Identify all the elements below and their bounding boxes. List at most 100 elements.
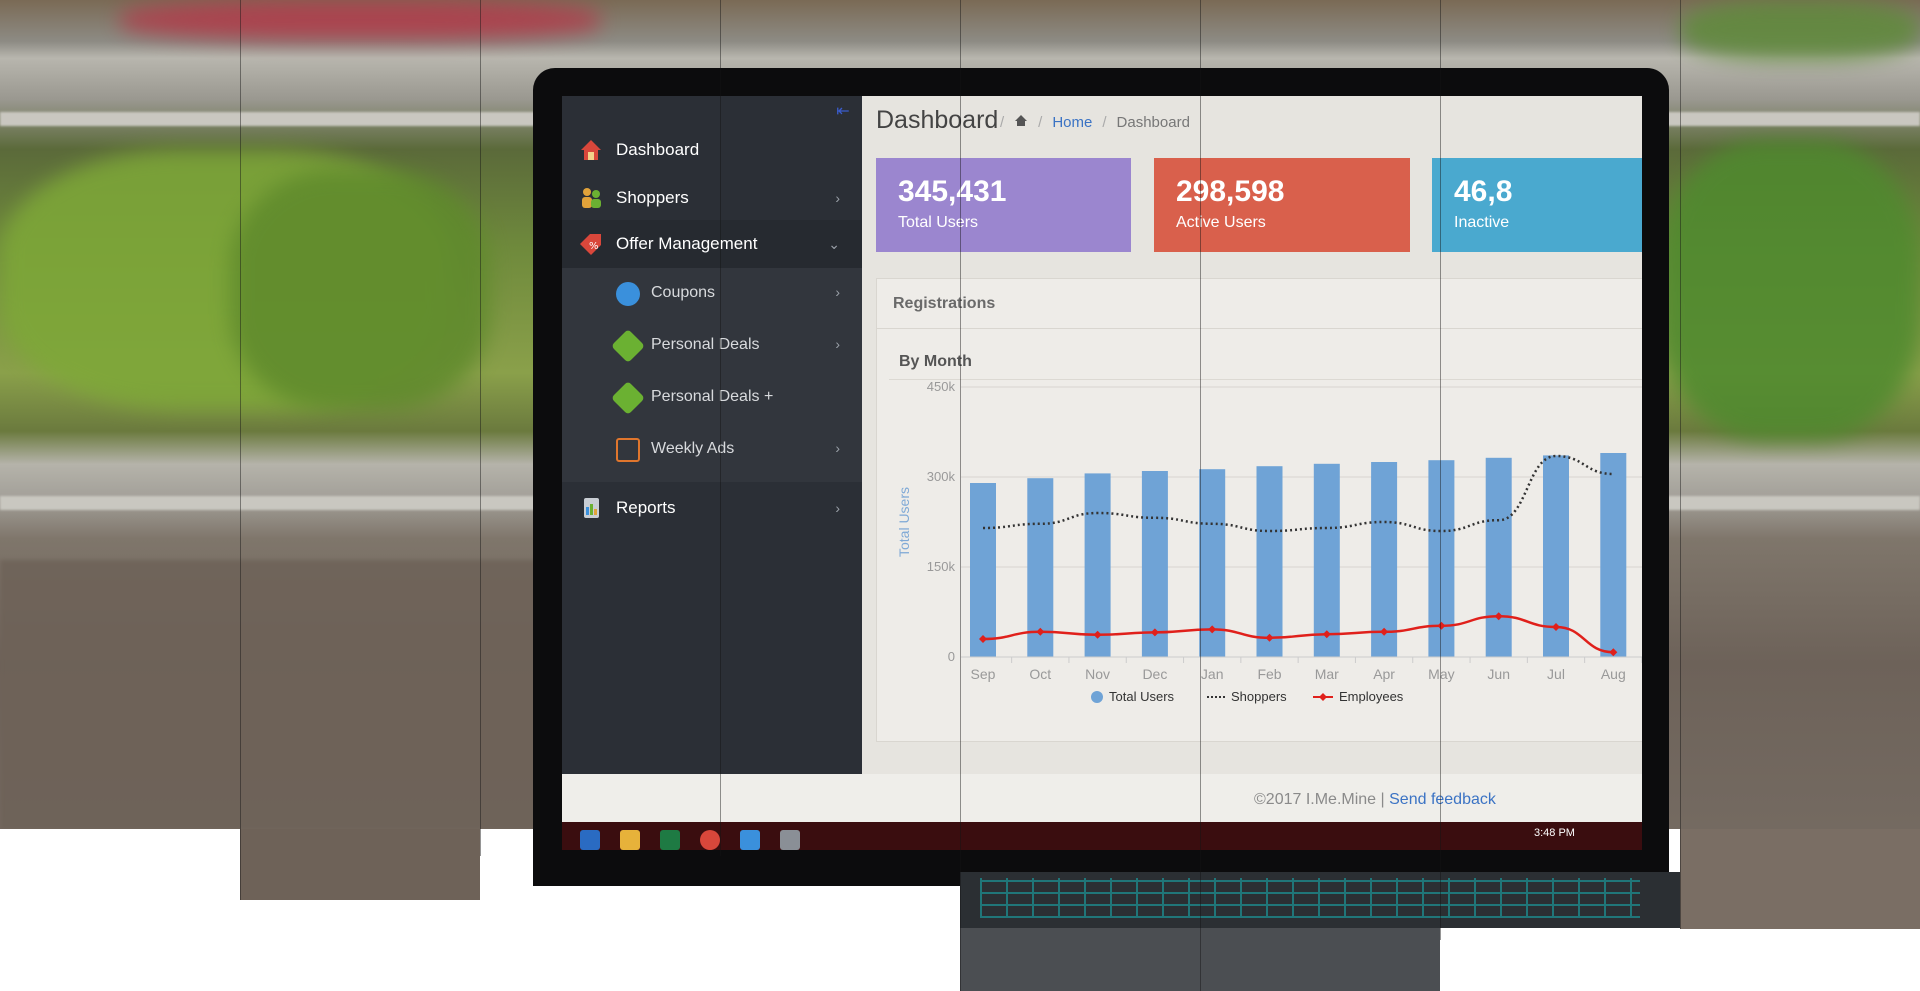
laptop-keyboard <box>960 872 1680 928</box>
people-icon <box>578 185 604 211</box>
page-title: Dashboard <box>876 106 999 134</box>
bar <box>1256 466 1283 657</box>
file-explorer-icon[interactable] <box>620 830 640 850</box>
home-icon[interactable] <box>1014 114 1028 131</box>
tag-percent-icon: % <box>578 231 604 257</box>
offer-management-submenu: Coupons › Personal Deals › Personal Deal… <box>562 268 862 482</box>
stat-card-total-users[interactable]: 345,431 Total Users <box>876 158 1131 252</box>
sidebar-item-dashboard[interactable]: Dashboard <box>562 126 862 174</box>
bar <box>1313 463 1340 657</box>
taskbar: 3:48 PM <box>562 822 1642 850</box>
legend-marker <box>1319 693 1327 701</box>
y-tick-label: 450k <box>927 379 956 394</box>
x-tick-label: May <box>1428 666 1454 682</box>
chevron-right-icon: › <box>835 284 840 300</box>
chevron-right-icon: › <box>835 440 840 456</box>
sidebar-item-reports[interactable]: Reports › <box>562 484 862 532</box>
submenu-item-label: Coupons <box>651 284 716 301</box>
stat-label: Inactive <box>1454 214 1510 231</box>
sidebar: ⇤ Dashboard Shoppers › % Offer Managemen… <box>562 96 862 774</box>
x-tick-label: Feb <box>1257 666 1281 682</box>
divider <box>240 0 241 900</box>
divider <box>960 0 961 991</box>
x-tick-label: Mar <box>1315 666 1339 682</box>
stat-label: Total Users <box>898 214 979 231</box>
coupon-icon <box>616 282 640 306</box>
sidebar-item-label: Offer Management <box>616 234 758 253</box>
footer: ©2017 I.Me.Mine | Send feedback <box>562 774 1642 822</box>
app-icon[interactable] <box>780 830 800 850</box>
series-line-employees <box>982 614 1614 654</box>
y-tick-label: 300k <box>927 469 956 484</box>
bar <box>1371 462 1398 657</box>
app-icon[interactable] <box>740 830 760 850</box>
breadcrumb-home-link[interactable]: Home <box>1052 114 1092 131</box>
breadcrumb-separator: / <box>1102 114 1107 131</box>
main-content: Dashboard / / Home / Dashboard 345,431 T… <box>862 96 1642 774</box>
stat-value: 345,431 <box>898 175 1007 208</box>
legend-marker <box>1091 691 1103 703</box>
submenu-item-label: Weekly Ads <box>651 440 735 457</box>
x-tick-label: Dec <box>1142 666 1167 682</box>
x-tick-label: Aug <box>1601 666 1626 682</box>
chrome-icon[interactable] <box>700 830 720 850</box>
x-tick-label: Nov <box>1085 666 1110 682</box>
breadcrumb-separator: / <box>1038 114 1043 131</box>
registrations-panel: Registrations By Month 450k 300k 150k 0 Tota… <box>876 278 1642 742</box>
chevron-down-icon: ⌄ <box>828 235 840 252</box>
breadcrumb-current: Dashboard <box>1116 114 1190 131</box>
laptop-screen: ⇤ Dashboard Shoppers › % Offer Managemen… <box>562 96 1642 850</box>
sidebar-item-offer-management[interactable]: % Offer Management ⌄ <box>562 220 862 268</box>
divider <box>720 0 721 856</box>
y-axis-label: Total Users <box>896 487 912 557</box>
background-strip <box>1680 829 1920 929</box>
sidebar-item-shoppers[interactable]: Shoppers › <box>562 174 862 222</box>
x-tick-label: Jul <box>1547 666 1565 682</box>
footer-text: ©2017 I.Me.Mine | Send feedback <box>1254 791 1496 809</box>
sidebar-item-label: Reports <box>616 498 676 517</box>
stat-card-active-users[interactable]: 298,598 Active Users <box>1154 158 1410 252</box>
x-tick-label: Jun <box>1487 666 1510 682</box>
outlook-icon[interactable] <box>580 830 600 850</box>
stat-card-inactive-users[interactable]: 46,8 Inactive <box>1432 158 1642 252</box>
divider <box>480 0 481 856</box>
copyright: ©2017 I.Me.Mine | <box>1254 791 1385 808</box>
chevron-right-icon: › <box>835 500 840 516</box>
price-tag-icon <box>611 381 645 415</box>
stat-value: 46,8 <box>1454 175 1513 208</box>
legend-label: Shoppers <box>1231 689 1287 704</box>
price-tag-icon <box>611 329 645 363</box>
panel-title: Registrations <box>877 279 1642 329</box>
divider <box>1200 0 1201 991</box>
taskbar-clock: 3:48 PM <box>1534 827 1575 839</box>
bar <box>1600 453 1627 657</box>
svg-text:%: % <box>589 241 599 252</box>
ad-icon <box>616 438 640 462</box>
x-tick-label: Sep <box>971 666 996 682</box>
registrations-chart: 450k 300k 150k 0 Total Users Sep Oct Nov Dec Jan F… <box>896 379 1642 704</box>
submenu-item-label: Personal Deals + <box>651 388 774 405</box>
x-tick-label: Oct <box>1029 666 1051 682</box>
submenu-item-personal-deals[interactable]: Personal Deals › <box>562 320 862 372</box>
submenu-item-label: Personal Deals <box>651 336 760 353</box>
stat-value: 298,598 <box>1176 175 1285 208</box>
excel-icon[interactable] <box>660 830 680 850</box>
divider <box>1440 0 1441 940</box>
chevron-right-icon: › <box>835 336 840 352</box>
sidebar-item-label: Shoppers <box>616 188 689 207</box>
collapse-sidebar-icon[interactable]: ⇤ <box>834 104 852 120</box>
y-tick-label: 150k <box>927 559 956 574</box>
send-feedback-link[interactable]: Send feedback <box>1389 791 1496 808</box>
background-strip <box>240 829 480 900</box>
submenu-item-coupons[interactable]: Coupons › <box>562 268 862 320</box>
submenu-item-personal-deals-plus[interactable]: Personal Deals + <box>562 372 862 424</box>
chevron-right-icon: › <box>835 190 840 206</box>
sidebar-item-label: Dashboard <box>616 140 700 159</box>
submenu-item-weekly-ads[interactable]: Weekly Ads › <box>562 424 862 476</box>
legend-label: Employees <box>1339 689 1404 704</box>
series-line-shoppers <box>982 454 1614 533</box>
bar <box>1485 457 1512 657</box>
divider <box>1680 0 1681 929</box>
house-icon <box>578 137 604 163</box>
breadcrumb-separator: / <box>1000 114 1005 131</box>
